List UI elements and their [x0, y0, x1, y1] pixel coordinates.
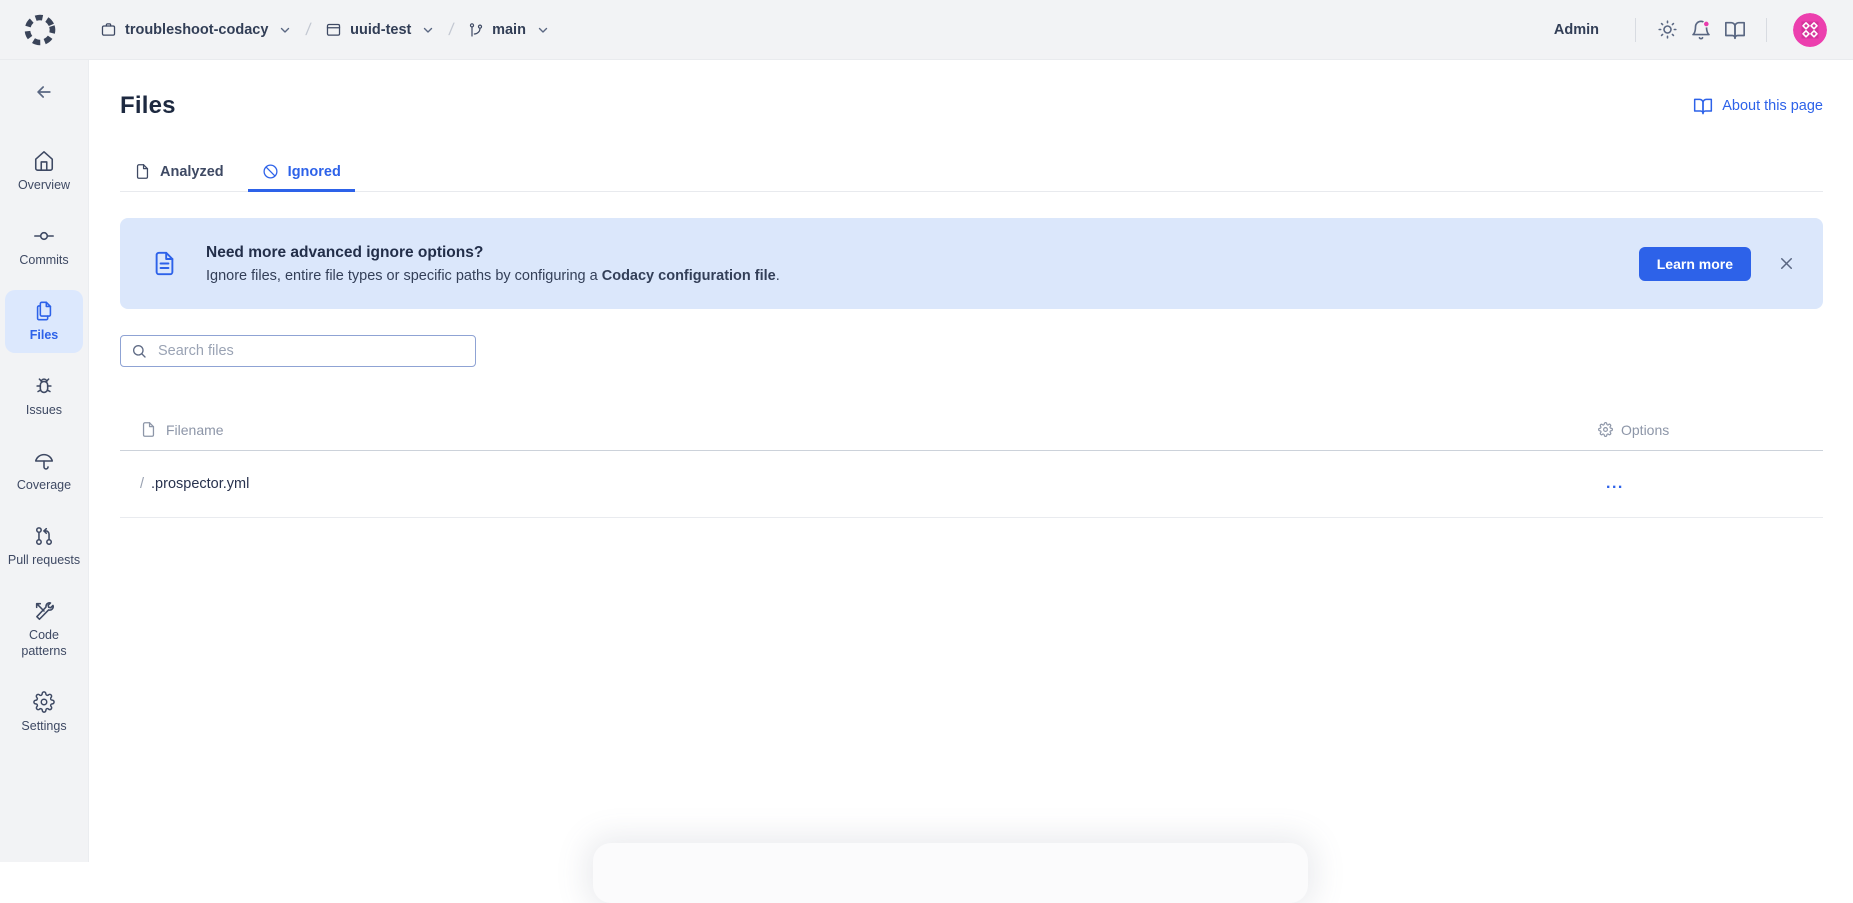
- commit-icon: [33, 225, 55, 247]
- sidebar-item-label: Code patterns: [7, 627, 81, 659]
- theme-toggle-icon[interactable]: [1650, 13, 1684, 47]
- sidebar-item-label: Commits: [19, 252, 68, 268]
- tabs: Analyzed Ignored: [120, 154, 1823, 192]
- sidebar-item-label: Issues: [26, 402, 62, 418]
- topbar-divider: [1766, 18, 1767, 42]
- file-icon: [134, 163, 151, 180]
- chevron-down-icon: [278, 23, 292, 37]
- main-content: Files About this page Analyzed Ignored N…: [89, 60, 1853, 862]
- sidebar-item-label: Coverage: [17, 477, 71, 493]
- column-header-label: Filename: [166, 422, 224, 438]
- chevron-down-icon: [421, 23, 435, 37]
- column-header-filename: Filename: [120, 421, 1598, 438]
- search-icon: [131, 343, 147, 359]
- tab-label: Ignored: [288, 164, 341, 180]
- banner-actions: Learn more: [1639, 247, 1796, 281]
- column-header-options: Options: [1598, 422, 1823, 438]
- sidebar-item-issues[interactable]: Issues: [5, 365, 83, 428]
- docs-icon[interactable]: [1718, 13, 1752, 47]
- close-icon[interactable]: [1777, 254, 1796, 273]
- sidebar-item-coverage[interactable]: Coverage: [5, 440, 83, 503]
- files-icon: [33, 300, 55, 322]
- page-title: Files: [120, 92, 176, 120]
- umbrella-icon: [33, 450, 55, 472]
- admin-menu[interactable]: Admin: [1554, 22, 1599, 38]
- sidebar-item-label: Pull requests: [8, 552, 80, 568]
- page-header: Files About this page: [120, 90, 1823, 122]
- sidebar-item-label: Files: [30, 327, 59, 343]
- row-options-button[interactable]: ...: [1598, 477, 1632, 491]
- breadcrumb-repository[interactable]: uuid-test: [325, 21, 435, 38]
- git-branch-icon: [468, 22, 484, 38]
- tab-ignored[interactable]: Ignored: [248, 154, 355, 192]
- topbar-right: Admin: [1554, 13, 1853, 47]
- column-header-label: Options: [1621, 422, 1669, 438]
- codacy-logo-icon[interactable]: [22, 12, 58, 48]
- ban-icon: [262, 163, 279, 180]
- repository-icon: [325, 21, 342, 38]
- home-icon: [33, 150, 55, 172]
- about-this-page-label: About this page: [1722, 98, 1823, 114]
- sidebar-item-label: Settings: [21, 718, 66, 734]
- sidebar-item-code-patterns[interactable]: Code patterns: [5, 590, 83, 669]
- options-cell: ...: [1598, 476, 1823, 492]
- banner-description: Ignore files, entire file types or speci…: [206, 268, 780, 284]
- tools-icon: [33, 600, 55, 622]
- breadcrumb-organization[interactable]: troubleshoot-codacy: [100, 21, 292, 38]
- breadcrumb-separator: /: [305, 20, 313, 40]
- breadcrumb: troubleshoot-codacy / uuid-test / main: [100, 20, 550, 40]
- sidebar-item-pull-requests[interactable]: Pull requests: [5, 515, 83, 578]
- banner-title: Need more advanced ignore options?: [206, 244, 780, 262]
- search-input[interactable]: [156, 342, 465, 360]
- book-icon: [1693, 96, 1713, 116]
- ignore-options-banner: Need more advanced ignore options? Ignor…: [120, 218, 1823, 309]
- gear-icon: [1598, 422, 1613, 437]
- files-table: Filename Options / .prospector.yml ...: [120, 409, 1823, 518]
- organization-name: troubleshoot-codacy: [125, 22, 268, 38]
- pull-request-icon: [33, 525, 55, 547]
- gear-icon: [33, 691, 55, 713]
- bug-icon: [33, 375, 55, 397]
- sidebar-item-settings[interactable]: Settings: [5, 681, 83, 744]
- sidebar-item-files[interactable]: Files: [5, 290, 83, 353]
- learn-more-button[interactable]: Learn more: [1639, 247, 1751, 281]
- banner-description-prefix: Ignore files, entire file types or speci…: [206, 268, 602, 284]
- breadcrumb-separator: /: [448, 20, 456, 40]
- filename-cell: / .prospector.yml: [120, 476, 1598, 492]
- repository-name: uuid-test: [350, 22, 411, 38]
- banner-description-bold: Codacy configuration file: [602, 268, 776, 284]
- search-box: [120, 335, 476, 367]
- about-this-page-link[interactable]: About this page: [1693, 96, 1823, 116]
- breadcrumb-branch[interactable]: main: [468, 22, 550, 38]
- file-icon: [140, 421, 157, 438]
- table-header: Filename Options: [120, 409, 1823, 451]
- bottom-sheet-shadow: [593, 843, 1308, 903]
- back-arrow-icon[interactable]: [31, 80, 57, 104]
- banner-description-suffix: .: [776, 268, 780, 284]
- document-icon: [151, 250, 178, 277]
- banner-text: Need more advanced ignore options? Ignor…: [206, 244, 780, 284]
- path-prefix: /: [140, 476, 144, 492]
- sidebar: Overview Commits Files Issues Coverage P…: [0, 60, 89, 862]
- topbar: troubleshoot-codacy / uuid-test / main: [0, 0, 1853, 60]
- notifications-icon[interactable]: [1684, 13, 1718, 47]
- chevron-down-icon: [536, 23, 550, 37]
- organization-icon: [100, 21, 117, 38]
- sidebar-item-label: Overview: [18, 177, 70, 193]
- sidebar-item-overview[interactable]: Overview: [5, 140, 83, 203]
- filename-text: .prospector.yml: [151, 476, 249, 492]
- sidebar-item-commits[interactable]: Commits: [5, 215, 83, 278]
- branch-name: main: [492, 22, 526, 38]
- topbar-divider: [1635, 18, 1636, 42]
- tab-analyzed[interactable]: Analyzed: [120, 154, 238, 192]
- user-avatar[interactable]: [1793, 13, 1827, 47]
- table-row: / .prospector.yml ...: [120, 451, 1823, 518]
- tab-label: Analyzed: [160, 164, 224, 180]
